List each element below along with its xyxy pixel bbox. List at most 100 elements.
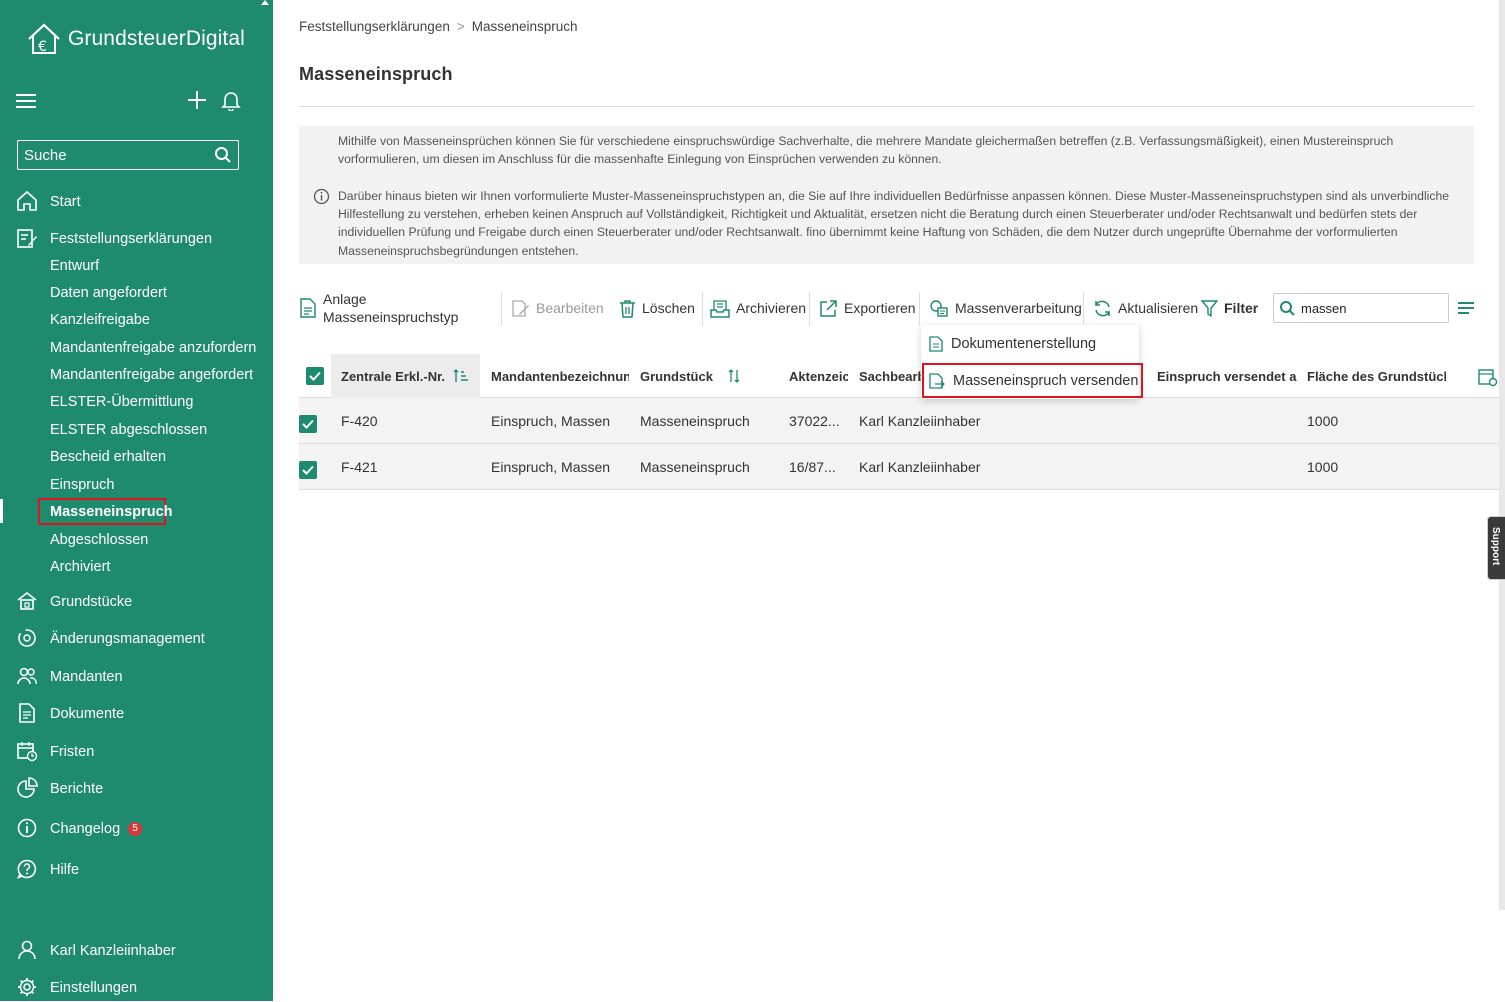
sidebar-item-mandanten[interactable]: Mandanten — [0, 663, 273, 691]
breadcrumb-current: Masseneinspruch — [471, 19, 578, 34]
loeschen-label: Löschen — [642, 300, 695, 316]
app-logo[interactable]: € GrundsteuerDigital — [26, 22, 245, 56]
export-icon — [820, 299, 837, 317]
archivieren-label: Archivieren — [736, 300, 807, 316]
sort-icon[interactable] — [727, 369, 741, 383]
column-menu-icon[interactable] — [1458, 302, 1474, 314]
toolbar-divider — [702, 292, 703, 326]
cell-sachbearbeiter: Karl Kanzleiinhaber — [859, 459, 981, 475]
sidebar-item-label-wrapper: Changelog 5 — [50, 821, 143, 837]
loeschen-button[interactable]: Löschen — [619, 288, 695, 328]
exportieren-button[interactable]: Exportieren — [819, 288, 916, 328]
sidebar-item-label: Einspruch — [50, 477, 115, 493]
sidebar-item-fristen[interactable]: Fristen — [0, 738, 273, 766]
cell-sachbearbeiter: Karl Kanzleiinhaber — [859, 413, 981, 429]
sidebar-item-label: Mandantenfreigabe angefordert — [50, 367, 254, 383]
column-label: Fläche des Grundstücks — [1307, 368, 1446, 384]
column-header-grundstueck[interactable]: Grundstück — [640, 354, 775, 398]
column-label: Einspruch versendet am — [1157, 368, 1297, 384]
refresh-icon — [1095, 300, 1110, 316]
cell-flaeche: 1000 — [1307, 413, 1339, 429]
cell-grundstueck: Masseneinspruch — [640, 413, 750, 429]
sidebar-item-label: Bescheid erhalten — [50, 449, 167, 465]
column-header-sachbearbeiter[interactable]: Sachbearbeiter — [859, 354, 921, 398]
sidebar-item-label: Dokumente — [50, 706, 125, 722]
column-label: Zentrale Erkl.-Nr. — [341, 368, 446, 384]
sidebar-item-mandantenfreigabe-angefordert[interactable]: Mandantenfreigabe angefordert — [0, 361, 273, 389]
row-checkbox[interactable] — [299, 461, 317, 479]
sidebar-item-label: Hilfe — [50, 862, 80, 878]
title-divider — [299, 106, 1474, 107]
archivieren-button[interactable]: Archivieren — [710, 288, 806, 328]
sidebar-user[interactable]: Karl Kanzleiinhaber — [0, 937, 273, 965]
aktualisieren-button[interactable]: Aktualisieren — [1093, 288, 1198, 328]
sidebar-item-abgeschlossen[interactable]: Abgeschlossen — [0, 526, 273, 554]
massenverarbeitung-button[interactable]: Massenverarbeitung — [929, 288, 1082, 328]
column-header-flaeche[interactable]: Fläche des Grundstücks — [1307, 354, 1446, 398]
svg-text:€: € — [38, 39, 47, 55]
exportieren-label: Exportieren — [844, 300, 916, 316]
toolbar-divider — [501, 292, 502, 326]
cell-aktenzeichen: 16/87... — [789, 459, 836, 475]
user-icon — [18, 940, 36, 960]
sidebar-item-berichte[interactable]: Berichte — [0, 775, 273, 803]
breadcrumb-parent-link[interactable]: Feststellungserklärungen — [299, 19, 450, 34]
anlage-masseneinspruchstyp-button[interactable]: Anlage Masseneinspruchstyp — [299, 288, 458, 328]
select-all-checkbox[interactable] — [306, 367, 324, 385]
column-header-zentrale-nr[interactable]: Zentrale Erkl.-Nr. — [331, 354, 480, 398]
column-label: Grundstück — [640, 368, 713, 384]
column-header-mandantenbezeichnung[interactable]: Mandantenbezeichnung — [491, 354, 629, 398]
sidebar-item-entwurf[interactable]: Entwurf — [0, 252, 273, 280]
bell-icon[interactable] — [220, 89, 242, 111]
sidebar-item-feststellungserklaerungen[interactable]: Feststellungserklärungen — [0, 225, 273, 253]
plus-icon[interactable] — [186, 89, 208, 111]
support-tab[interactable]: Support — [1487, 516, 1505, 580]
cell-flaeche: 1000 — [1307, 459, 1339, 475]
sidebar-item-masseneinspruch[interactable]: Masseneinspruch — [0, 498, 273, 526]
filter-button[interactable]: Filter — [1201, 288, 1258, 328]
sidebar-item-daten-angefordert[interactable]: Daten angefordert — [0, 279, 273, 307]
edit-icon — [512, 299, 529, 317]
user-name: Karl Kanzleiinhaber — [50, 943, 176, 959]
sidebar-search-input[interactable]: Suche — [17, 140, 239, 170]
sidebar-item-elster-uebermittlung[interactable]: ELSTER-Übermittlung — [0, 388, 273, 416]
sidebar-item-dokumente[interactable]: Dokumente — [0, 700, 273, 728]
column-label: Aktenzeichen — [789, 368, 848, 384]
check-icon — [309, 371, 321, 381]
sidebar-item-archiviert[interactable]: Archiviert — [0, 553, 273, 581]
search-icon[interactable] — [214, 146, 232, 164]
document-create-icon — [929, 336, 943, 352]
row-checkbox[interactable] — [299, 415, 317, 433]
sidebar-item-kanzleifreigabe[interactable]: Kanzleifreigabe — [0, 306, 273, 334]
sidebar-item-changelog[interactable]: Changelog 5 — [0, 815, 273, 843]
table-search-input[interactable]: massen — [1273, 293, 1449, 323]
sidebar-item-start[interactable]: Start — [0, 188, 273, 216]
column-header-einspruch-versendet[interactable]: Einspruch versendet am — [1157, 354, 1297, 398]
sidebar-item-einspruch[interactable]: Einspruch — [0, 471, 273, 499]
sidebar-item-mandantenfreigabe-anzufordern[interactable]: Mandantenfreigabe anzufordern — [0, 334, 273, 362]
sidebar-item-bescheid-erhalten[interactable]: Bescheid erhalten — [0, 443, 273, 471]
sidebar-settings[interactable]: Einstellungen — [0, 974, 273, 1002]
sidebar-item-label: Daten angefordert — [50, 285, 167, 301]
sidebar-item-label: Berichte — [50, 781, 104, 797]
menu-icon[interactable] — [16, 94, 36, 108]
dropdown-item-dokumentenerstellung[interactable]: Dokumentenerstellung — [921, 326, 1139, 362]
search-placeholder: Suche — [24, 146, 67, 164]
table-row[interactable]: F-420 Einspruch, Massen Masseneinspruch … — [299, 398, 1504, 444]
breadcrumb-separator: > — [456, 19, 465, 34]
table-settings-icon[interactable] — [1478, 367, 1498, 387]
sidebar-item-hilfe[interactable]: Hilfe — [0, 856, 273, 884]
bearbeiten-button[interactable]: Bearbeiten — [511, 288, 604, 328]
page-scrollbar[interactable] — [1499, 0, 1505, 910]
column-header-aktenzeichen[interactable]: Aktenzeichen — [789, 354, 848, 398]
sort-ascending-icon[interactable] — [453, 369, 469, 383]
sidebar-item-aenderungsmanagement[interactable]: Änderungsmanagement — [0, 625, 273, 653]
house-euro-logo-icon: € — [28, 23, 60, 55]
document-icon — [19, 703, 35, 723]
sidebar-item-grundstuecke[interactable]: Grundstücke — [0, 588, 273, 616]
cell-zentrale-nr: F-421 — [341, 459, 378, 475]
sidebar-item-elster-abgeschlossen[interactable]: ELSTER abgeschlossen — [0, 416, 273, 444]
table-row[interactable]: F-421 Einspruch, Massen Masseneinspruch … — [299, 444, 1504, 490]
scroll-up-caret-icon[interactable] — [261, 0, 269, 5]
table-header: Zentrale Erkl.-Nr. Mandantenbezeichnung … — [299, 354, 1504, 398]
